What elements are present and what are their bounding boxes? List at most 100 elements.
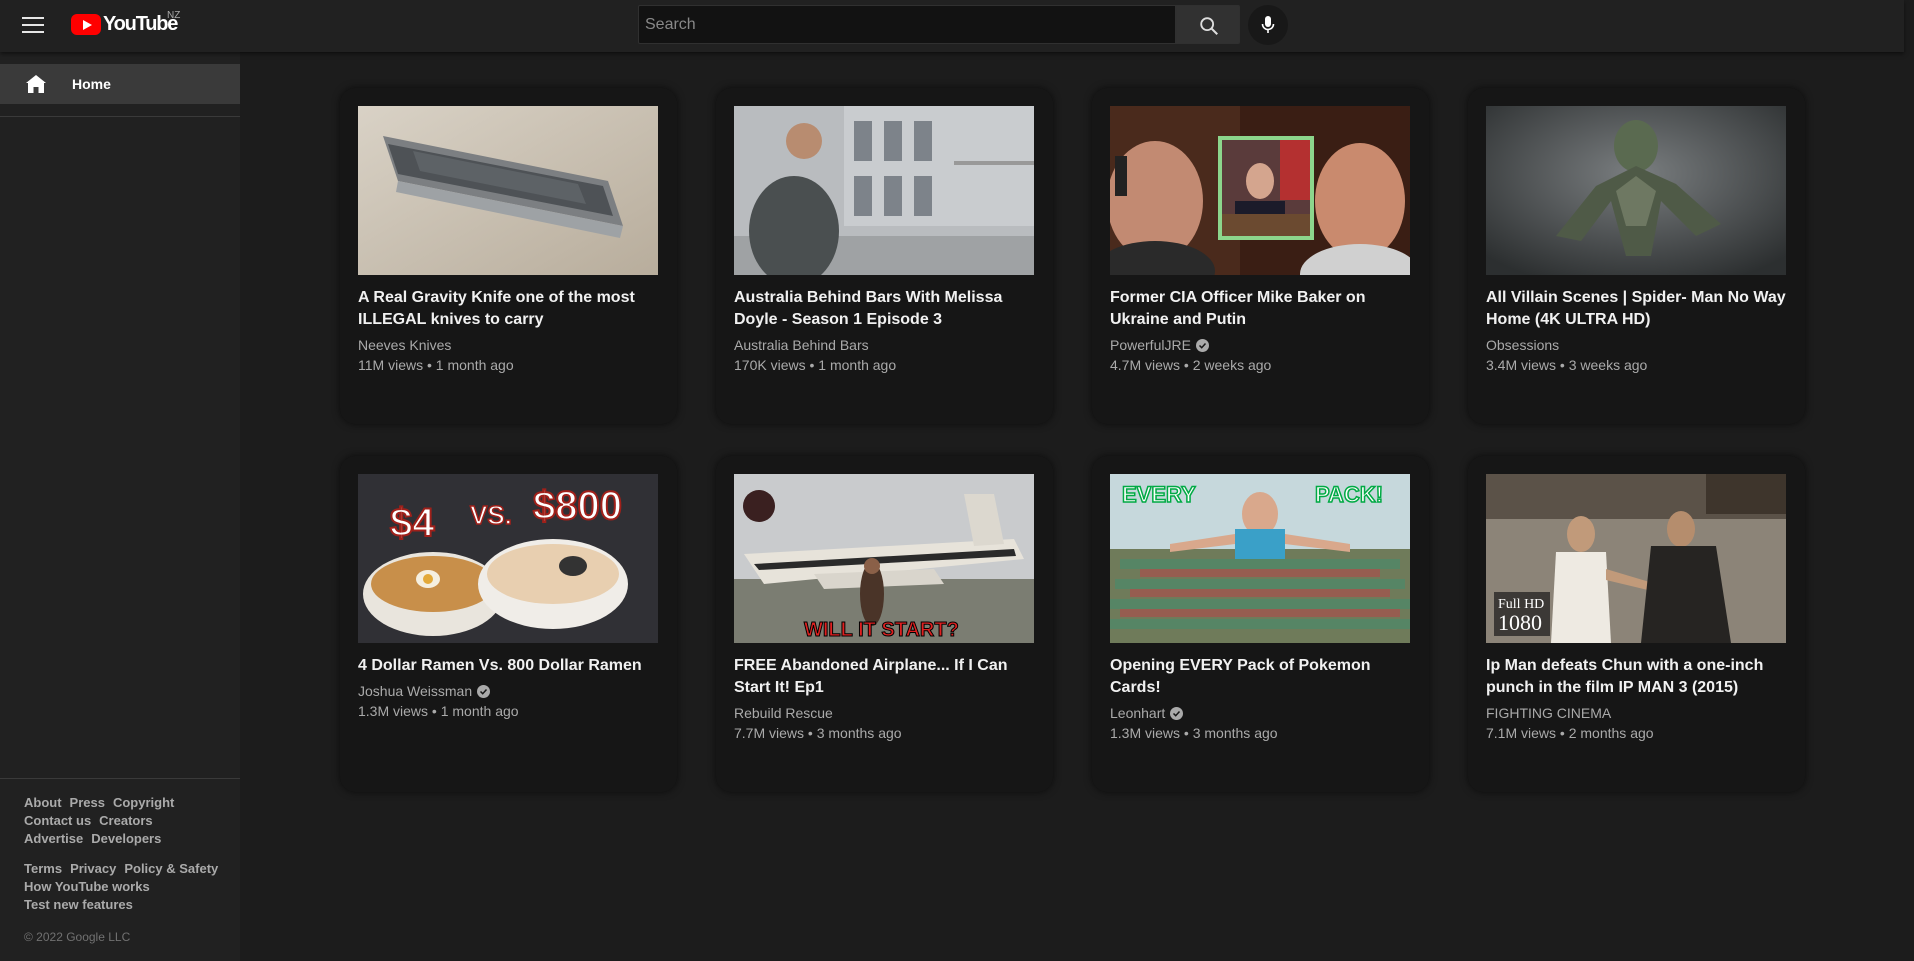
footer-link[interactable]: Creators [99, 813, 152, 828]
channel-name[interactable]: Leonhart [1110, 703, 1409, 723]
verified-icon [1170, 706, 1184, 720]
footer-link[interactable]: Test new features [24, 897, 133, 912]
upload-age: 1 month ago [435, 357, 514, 373]
channel-name[interactable]: PowerfulJRE [1110, 335, 1409, 355]
view-count: 11M views [358, 357, 424, 373]
video-meta: 170K views • 1 month ago [734, 357, 897, 373]
channel-name[interactable]: Australia Behind Bars [734, 335, 1033, 355]
search-button[interactable] [1176, 5, 1240, 44]
divider [0, 116, 240, 117]
video-thumbnail[interactable] [358, 106, 658, 275]
voice-search-button[interactable] [1248, 5, 1288, 45]
upload-age: 3 months ago [1192, 725, 1278, 741]
thumbnail-caption: WILL IT START? [804, 619, 959, 641]
channel-label[interactable]: Joshua Weissman [358, 681, 472, 701]
video-card[interactable]: WILL IT START? FREE Abandoned Airplane..… [716, 456, 1053, 792]
footer-link[interactable]: Copyright [113, 795, 174, 810]
video-meta: 7.1M views • 2 months ago [1486, 725, 1654, 741]
upload-age: 3 months ago [816, 725, 902, 741]
video-title[interactable]: Ip Man defeats Chun with a one-inch punc… [1486, 655, 1786, 699]
video-grid: A Real Gravity Knife one of the most ILL… [340, 88, 1805, 792]
footer-link[interactable]: Terms [24, 861, 62, 876]
view-count: 4.7M views [1110, 357, 1181, 373]
footer-link[interactable]: Developers [91, 831, 161, 846]
video-thumbnail[interactable]: $4 VS. $800 [358, 474, 658, 643]
channel-label[interactable]: Leonhart [1110, 703, 1165, 723]
upload-age: 2 weeks ago [1192, 357, 1272, 373]
video-card[interactable]: EVERY PACK! Opening EVERY Pack of Pokemo… [1092, 456, 1429, 792]
video-title[interactable]: All Villain Scenes | Spider- Man No Way … [1486, 287, 1786, 331]
footer-link[interactable]: Privacy [70, 861, 116, 876]
video-card[interactable]: $4 VS. $800 4 Dollar Ramen Vs. 800 Dolla… [340, 456, 677, 792]
upload-age: 1 month ago [818, 357, 897, 373]
channel-name[interactable]: FIGHTING CINEMA [1486, 703, 1785, 723]
video-meta: 4.7M views • 2 weeks ago [1110, 357, 1272, 373]
region-code: NZ [167, 10, 181, 21]
video-card[interactable]: All Villain Scenes | Spider- Man No Way … [1468, 88, 1805, 424]
video-meta: 11M views • 1 month ago [358, 357, 514, 373]
verified-icon [477, 684, 491, 698]
footer-link[interactable]: Press [70, 795, 105, 810]
channel-label[interactable]: Obsessions [1486, 335, 1559, 355]
channel-label[interactable]: FIGHTING CINEMA [1486, 703, 1611, 723]
view-count: 7.1M views [1486, 725, 1557, 741]
video-title[interactable]: Opening EVERY Pack of Pokemon Cards! [1110, 655, 1410, 699]
video-meta: 1.3M views • 3 months ago [1110, 725, 1278, 741]
video-thumbnail[interactable] [734, 106, 1034, 275]
video-thumbnail[interactable] [1110, 106, 1410, 275]
video-card[interactable]: Full HD 1080 Ip Man defeats Chun with a … [1468, 456, 1805, 792]
video-thumbnail[interactable]: Full HD 1080 [1486, 474, 1786, 643]
footer-links-primary: About Press Copyright Contact us Creators A… [24, 794, 224, 848]
copyright-text: © 2022 Google LLC [24, 930, 131, 944]
channel-name[interactable]: Rebuild Rescue [734, 703, 1033, 723]
youtube-logo[interactable]: YouTube [71, 13, 178, 36]
footer-link[interactable]: Policy & Safety [124, 861, 218, 876]
view-count: 7.7M views [734, 725, 805, 741]
video-title[interactable]: Australia Behind Bars With Melissa Doyle… [734, 287, 1034, 331]
footer-link[interactable]: Contact us [24, 813, 91, 828]
top-bar: YouTube NZ [0, 0, 1904, 52]
video-meta: 1.3M views • 1 month ago [358, 703, 519, 719]
footer-link[interactable]: About [24, 795, 62, 810]
view-count: 1.3M views [358, 703, 429, 719]
channel-label[interactable]: Rebuild Rescue [734, 703, 833, 723]
channel-name[interactable]: Joshua Weissman [358, 681, 657, 701]
microphone-icon [1261, 16, 1275, 33]
video-thumbnail[interactable] [1486, 106, 1786, 275]
video-meta: 7.7M views • 3 months ago [734, 725, 902, 741]
thumbnail-text-right: $800 [533, 484, 622, 528]
search-icon [1200, 17, 1218, 35]
footer-link[interactable]: How YouTube works [24, 879, 150, 894]
channel-name[interactable]: Neeves Knives [358, 335, 657, 355]
search-box [638, 5, 1176, 44]
channel-label[interactable]: Australia Behind Bars [734, 335, 869, 355]
upload-age: 3 weeks ago [1568, 357, 1648, 373]
footer-links-secondary: Terms Privacy Policy & Safety How YouTube … [24, 860, 234, 914]
youtube-play-icon [71, 14, 101, 35]
video-thumbnail[interactable]: EVERY PACK! [1110, 474, 1410, 643]
view-count: 170K views [734, 357, 806, 373]
sidebar-item-home[interactable]: Home [0, 64, 240, 104]
video-title[interactable]: 4 Dollar Ramen Vs. 800 Dollar Ramen [358, 655, 658, 677]
verified-icon [1195, 338, 1209, 352]
video-thumbnail[interactable]: WILL IT START? [734, 474, 1034, 643]
channel-label[interactable]: Neeves Knives [358, 335, 451, 355]
view-count: 1.3M views [1110, 725, 1181, 741]
video-title[interactable]: A Real Gravity Knife one of the most ILL… [358, 287, 658, 331]
channel-name[interactable]: Obsessions [1486, 335, 1785, 355]
video-card[interactable]: Former CIA Officer Mike Baker on Ukraine… [1092, 88, 1429, 424]
video-card[interactable]: Australia Behind Bars With Melissa Doyle… [716, 88, 1053, 424]
video-title[interactable]: Former CIA Officer Mike Baker on Ukraine… [1110, 287, 1410, 331]
menu-icon[interactable] [22, 14, 50, 36]
footer-link[interactable]: Advertise [24, 831, 83, 846]
thumbnail-text-right: PACK! [1315, 482, 1383, 507]
video-meta: 3.4M views • 3 weeks ago [1486, 357, 1648, 373]
view-count: 3.4M views [1486, 357, 1557, 373]
search-input[interactable] [639, 6, 1175, 43]
sidebar: Home About Press Copyright Contact us Creat… [0, 52, 240, 961]
video-title[interactable]: FREE Abandoned Airplane... If I Can Star… [734, 655, 1034, 699]
channel-label[interactable]: PowerfulJRE [1110, 335, 1191, 355]
video-card[interactable]: A Real Gravity Knife one of the most ILL… [340, 88, 677, 424]
thumbnail-badge-text: 1080 [1498, 610, 1542, 635]
sidebar-item-label: Home [72, 76, 111, 92]
